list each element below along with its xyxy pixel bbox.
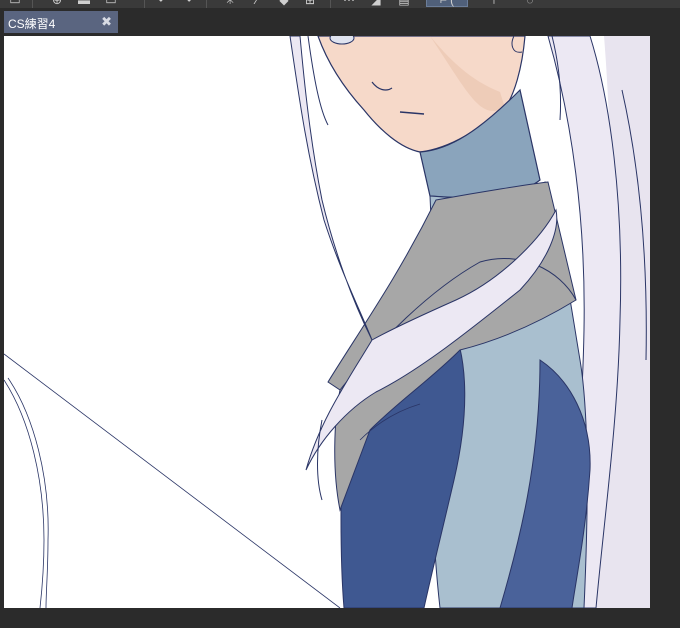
ruler-icon[interactable]: ◢ bbox=[366, 0, 386, 6]
redo-icon[interactable]: ↷ bbox=[178, 0, 196, 6]
top-toolbar: ▭ ⊕ ▬ ▭ ↶ ↷ ✳ ∕ ◆ ⊞ ⋯ ◢ ▤ ⌐ ( ⊤ ◌ bbox=[0, 0, 680, 8]
toolbar-divider bbox=[144, 0, 145, 8]
layer-icon[interactable]: ▬ bbox=[74, 0, 94, 6]
drawing-canvas[interactable] bbox=[4, 36, 650, 608]
sparkle-icon[interactable]: ✳ bbox=[220, 0, 240, 6]
speech-bubble-icon[interactable]: ◌ bbox=[520, 0, 540, 6]
document-tab[interactable]: CS練習4 ✖ bbox=[4, 11, 118, 33]
document-tab-bar: CS練習4 ✖ bbox=[0, 8, 680, 36]
fill-icon[interactable]: ◆ bbox=[274, 0, 294, 6]
selection-icon[interactable]: ⋯ bbox=[338, 0, 360, 6]
illustration bbox=[4, 36, 650, 608]
document-tab-title: CS練習4 bbox=[8, 17, 56, 31]
brush-icon[interactable]: ∕ bbox=[248, 0, 266, 6]
canvas-gutter-right bbox=[650, 36, 680, 608]
add-layer-icon[interactable]: ⊕ bbox=[46, 0, 68, 6]
snap-icon[interactable]: ▤ bbox=[394, 0, 414, 6]
toolbar-divider bbox=[32, 0, 33, 8]
undo-icon[interactable]: ↶ bbox=[154, 0, 172, 6]
snap-toggle-button[interactable]: ⌐ ( bbox=[426, 0, 468, 7]
transform-icon[interactable]: ⊞ bbox=[300, 0, 320, 6]
menu-icon[interactable]: ▭ bbox=[6, 0, 24, 6]
bottom-status-bar bbox=[0, 608, 680, 628]
toolbar-divider bbox=[330, 0, 331, 8]
text-icon[interactable]: ⊤ bbox=[484, 0, 504, 6]
toolbar-divider bbox=[206, 0, 207, 8]
layer-icon-2[interactable]: ▭ bbox=[100, 0, 122, 6]
close-icon[interactable]: ✖ bbox=[101, 14, 112, 30]
